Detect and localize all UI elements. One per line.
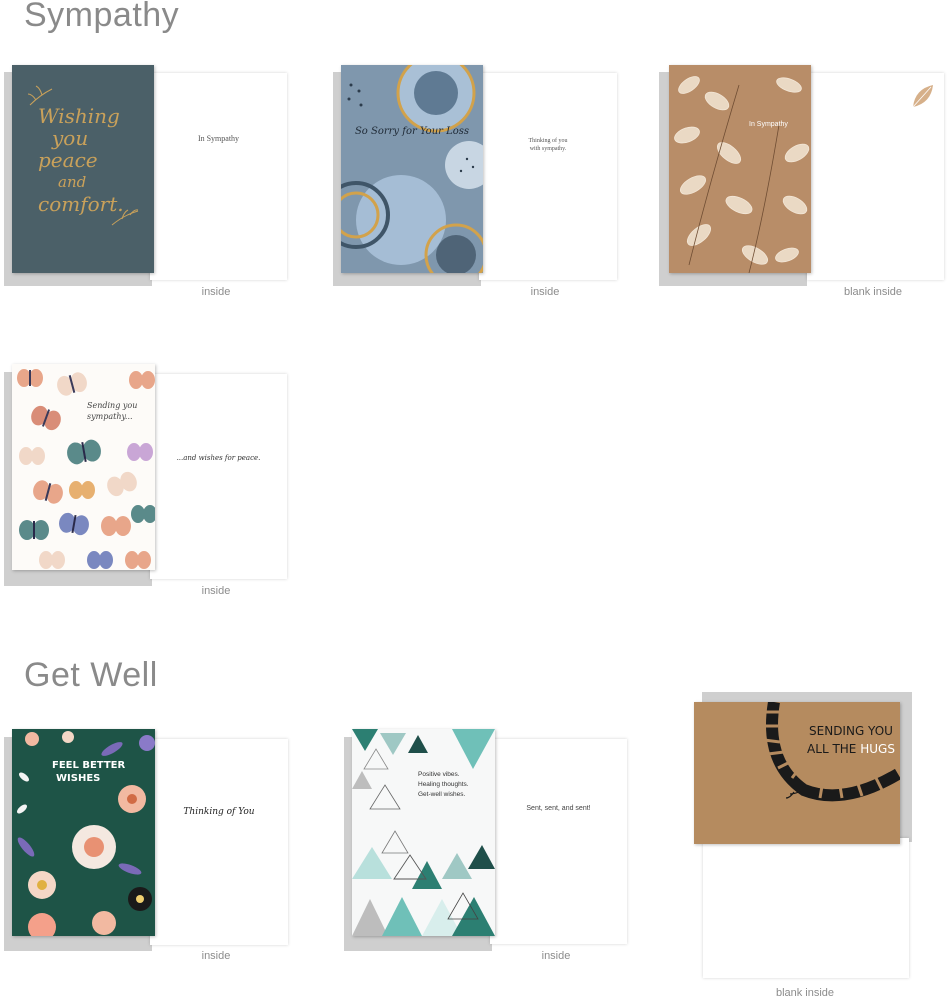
card-positive-vibes[interactable]: Sent, sent, and sent! Positive vibes. He… [340, 725, 640, 970]
card-inside: ...and wishes for peace. [150, 374, 287, 579]
caption: inside [201, 950, 231, 962]
front-line-2: Healing thoughts. [418, 781, 469, 788]
triangles-pattern [352, 729, 495, 936]
card-front: Positive vibes. Healing thoughts. Get-we… [352, 729, 495, 936]
inside-message: Sent, sent, and sent! [526, 805, 591, 812]
front-line-4: and [58, 173, 87, 191]
card-inside [703, 838, 909, 978]
front-line-1: Positive vibes. [418, 771, 460, 778]
card-inside: Sent, sent, and sent! [490, 739, 627, 944]
caption: inside [530, 286, 560, 298]
card-inside: Thinking of You [150, 739, 288, 945]
card-front: FEEL BETTER WISHES [12, 729, 155, 936]
card-front: Wishing you peace and comfort. [12, 65, 154, 273]
card-wishing-peace[interactable]: In Sympathy Wishing you peace and comfor… [0, 60, 300, 305]
front-message: So Sorry for Your Loss [354, 126, 470, 137]
card-feel-better-wishes[interactable]: Thinking of You FEEL BETTER WISHES insid… [0, 725, 300, 970]
front-line-3: Get-well wishes. [418, 791, 466, 798]
inside-message-1: Thinking of you [528, 138, 568, 144]
card-sorry-loss[interactable]: Thinking of you with sympathy. So Sorry … [329, 60, 629, 305]
leaves-pattern [674, 76, 810, 273]
inside-message: In Sympathy [197, 134, 240, 143]
front-line-1: Sending you [87, 401, 138, 410]
card-in-sympathy-leaves[interactable]: In Sympathy blank inside [655, 60, 949, 305]
abstract-circles-art [341, 65, 483, 273]
front-line-3: peace [38, 148, 98, 172]
front-line-2: you [52, 126, 89, 150]
front-line-1: Wishing [38, 104, 120, 128]
card-front: Sending you sympathy... [12, 364, 155, 570]
caption: inside [201, 585, 231, 597]
section-title-sympathy: Sympathy [24, 0, 180, 34]
butterflies-pattern [17, 369, 155, 569]
front-line-2: ALL THE [807, 742, 857, 756]
caption: inside [541, 950, 571, 962]
inside-message: ...and wishes for peace. [176, 454, 261, 462]
card-front: SENDING YOU ALL THE HUGS [694, 702, 900, 844]
card-inside: Thinking of you with sympathy. [479, 73, 617, 280]
front-line-3: HUGS [860, 742, 895, 756]
card-front: So Sorry for Your Loss [341, 65, 483, 273]
leaf-icon [912, 85, 933, 108]
front-line-5: comfort. [38, 192, 124, 216]
inside-message: Thinking of You [183, 807, 255, 817]
card-inside [807, 73, 944, 280]
caption: inside [201, 286, 231, 298]
card-sending-hugs[interactable]: SENDING YOU ALL THE HUGS blank inside [690, 688, 930, 1000]
section-title-get-well: Get Well [24, 656, 158, 694]
card-inside: In Sympathy [150, 73, 287, 280]
card-sending-sympathy-butterflies[interactable]: ...and wishes for peace. Sending you sym… [0, 360, 300, 605]
front-line-1: FEEL BETTER [52, 760, 126, 771]
front-line-2: sympathy... [87, 412, 133, 421]
front-line-1: SENDING YOU [809, 724, 893, 738]
caption: blank inside [775, 987, 835, 999]
front-message: In Sympathy [749, 121, 788, 128]
front-line-2: WISHES [56, 773, 101, 784]
caption: blank inside [843, 286, 903, 298]
card-front: In Sympathy [669, 65, 811, 273]
inside-message-2: with sympathy. [529, 146, 567, 152]
